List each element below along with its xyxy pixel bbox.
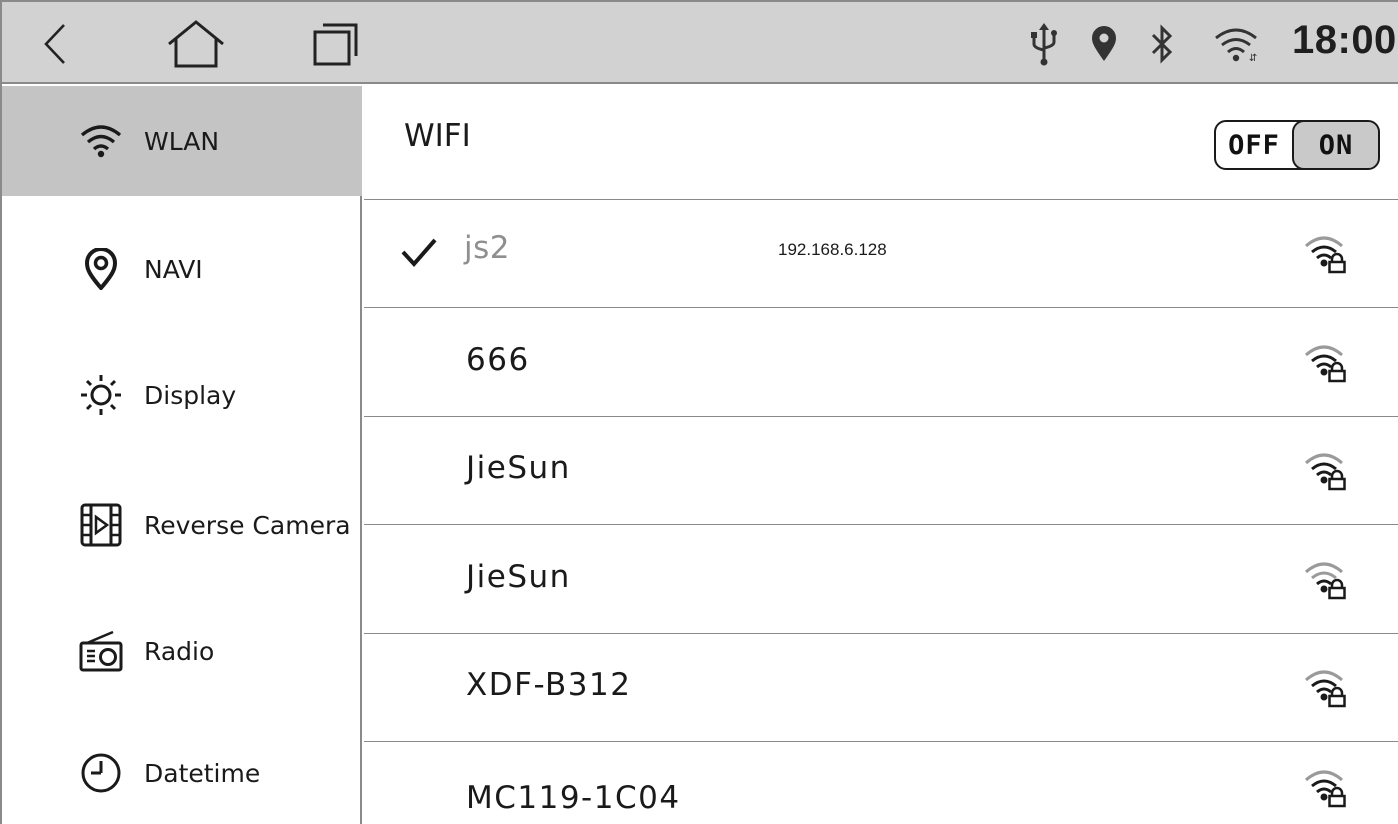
home-icon [168, 20, 224, 68]
wifi-locked-icon [1305, 670, 1346, 708]
network-row[interactable]: js2 192.168.6.128 [364, 200, 1398, 308]
wifi-status-icon: ⇵ [1212, 22, 1260, 66]
location-status-icon [1088, 22, 1120, 66]
toggle-on-label[interactable]: ON [1292, 122, 1378, 168]
recent-apps-icon [313, 23, 358, 66]
sidebar-item-radio[interactable]: Radio [2, 596, 362, 706]
network-ip: 192.168.6.128 [778, 240, 887, 259]
sidebar-item-reverse-camera[interactable]: Reverse Camera [2, 470, 362, 580]
sidebar-item-label: NAVI [144, 254, 203, 284]
check-icon [401, 238, 437, 267]
network-name: MC119-1C04 [466, 780, 681, 816]
sidebar-item-wlan[interactable]: WLAN [2, 86, 362, 196]
settings-sidebar: WLAN NAVI Display Reverse Camera Radio D… [2, 86, 362, 824]
network-name: JieSun [466, 450, 571, 486]
clock-time: 18:00 [1292, 18, 1397, 62]
wifi-locked-icon [1305, 770, 1346, 808]
network-name: js2 [464, 230, 510, 266]
clock-icon [78, 750, 124, 796]
network-row[interactable]: JieSun [364, 526, 1398, 634]
wifi-locked-icon [1305, 236, 1346, 274]
home-button[interactable] [160, 16, 232, 72]
sidebar-item-datetime[interactable]: Datetime [2, 718, 362, 824]
wifi-locked-icon [1305, 345, 1346, 383]
network-name: XDF-B312 [466, 667, 632, 703]
back-button[interactable] [30, 16, 80, 72]
wifi-icon [78, 118, 124, 164]
sidebar-item-navi[interactable]: NAVI [2, 214, 362, 324]
wifi-locked-icon [1305, 562, 1346, 600]
sidebar-item-label: Datetime [144, 758, 261, 788]
status-bar: ⇵ 18:00 [2, 2, 1398, 84]
radio-icon [78, 628, 124, 674]
back-icon [44, 24, 65, 64]
sidebar-item-label: Display [144, 380, 237, 410]
wifi-panel: WIFI OFF ON js2 192.168.6.128 666 JieSun… [364, 86, 1398, 824]
sidebar-item-label: WLAN [144, 126, 220, 156]
wifi-toggle[interactable]: OFF ON [1214, 120, 1380, 170]
location-pin-icon [78, 246, 124, 292]
usb-icon [1026, 22, 1062, 66]
toggle-off-label[interactable]: OFF [1216, 122, 1292, 168]
network-name: 666 [466, 342, 530, 378]
film-play-icon [78, 502, 124, 548]
wifi-title: WIFI [404, 118, 471, 154]
network-row[interactable]: 666 [364, 309, 1398, 417]
wifi-locked-icon [1305, 453, 1346, 491]
wifi-header: WIFI OFF ON [364, 86, 1398, 200]
network-name: JieSun [466, 559, 571, 595]
sidebar-item-label: Reverse Camera [144, 510, 351, 540]
network-row[interactable]: JieSun [364, 417, 1398, 525]
bluetooth-icon [1148, 22, 1176, 66]
svg-text:⇵: ⇵ [1249, 53, 1257, 62]
recent-apps-button[interactable] [308, 16, 364, 72]
sidebar-item-label: Radio [144, 636, 215, 666]
sidebar-item-display[interactable]: Display [2, 340, 362, 450]
brightness-icon [78, 372, 124, 418]
network-row[interactable]: MC119-1C04 [364, 742, 1398, 824]
network-row[interactable]: XDF-B312 [364, 634, 1398, 742]
